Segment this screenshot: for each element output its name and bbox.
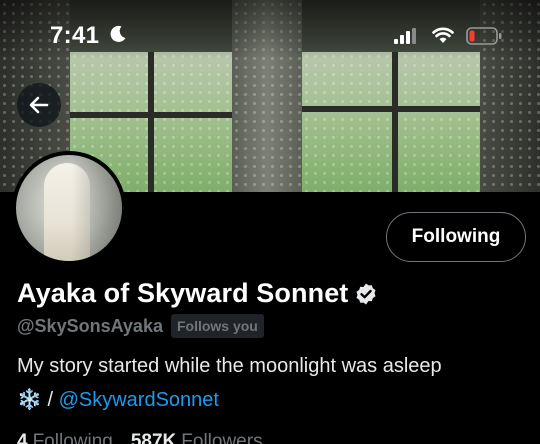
- following-button[interactable]: Following: [386, 212, 526, 262]
- profile-bio: My story started while the moonlight was…: [17, 350, 527, 417]
- following-count: 4: [17, 431, 28, 444]
- battery-icon: [466, 27, 502, 45]
- following-label: Following: [32, 431, 113, 444]
- verified-badge-icon[interactable]: [354, 282, 378, 306]
- bio-separator: /: [41, 389, 59, 411]
- followers-label: Followers: [181, 431, 263, 444]
- bio-mention-link[interactable]: @SkywardSonnet: [59, 389, 219, 411]
- wifi-icon: [432, 27, 454, 43]
- back-button[interactable]: [17, 83, 61, 127]
- follows-you-badge: Follows you: [170, 314, 264, 338]
- banner-window-frame: [302, 106, 490, 112]
- profile-stats: 4 Following 587K Followers: [17, 431, 263, 444]
- following-stat[interactable]: 4 Following: [17, 431, 113, 444]
- avatar[interactable]: [12, 151, 126, 265]
- moon-icon: [110, 25, 126, 42]
- username-handle: @SkySonsAyaka: [17, 315, 163, 336]
- followers-stat[interactable]: 587K Followers: [131, 431, 263, 444]
- arrow-left-icon: [29, 96, 49, 114]
- signal-icon: [394, 28, 416, 44]
- status-bar: 7:41: [0, 0, 540, 60]
- display-name: Ayaka of Skyward Sonnet: [17, 278, 349, 308]
- banner-window-frame: [148, 52, 154, 192]
- banner-window-frame: [392, 52, 398, 192]
- bio-text: My story started while the moonlight was…: [17, 355, 442, 377]
- banner-window-frame: [70, 112, 232, 118]
- status-time: 7:41: [50, 22, 100, 49]
- display-name-row: Ayaka of Skyward Sonnet: [17, 278, 378, 309]
- avatar-shade: [72, 155, 122, 261]
- handle-row: @SkySonsAyaka Follows you: [17, 314, 264, 338]
- followers-count: 587K: [130, 431, 177, 444]
- snowflake-icon: ❄️: [17, 387, 42, 411]
